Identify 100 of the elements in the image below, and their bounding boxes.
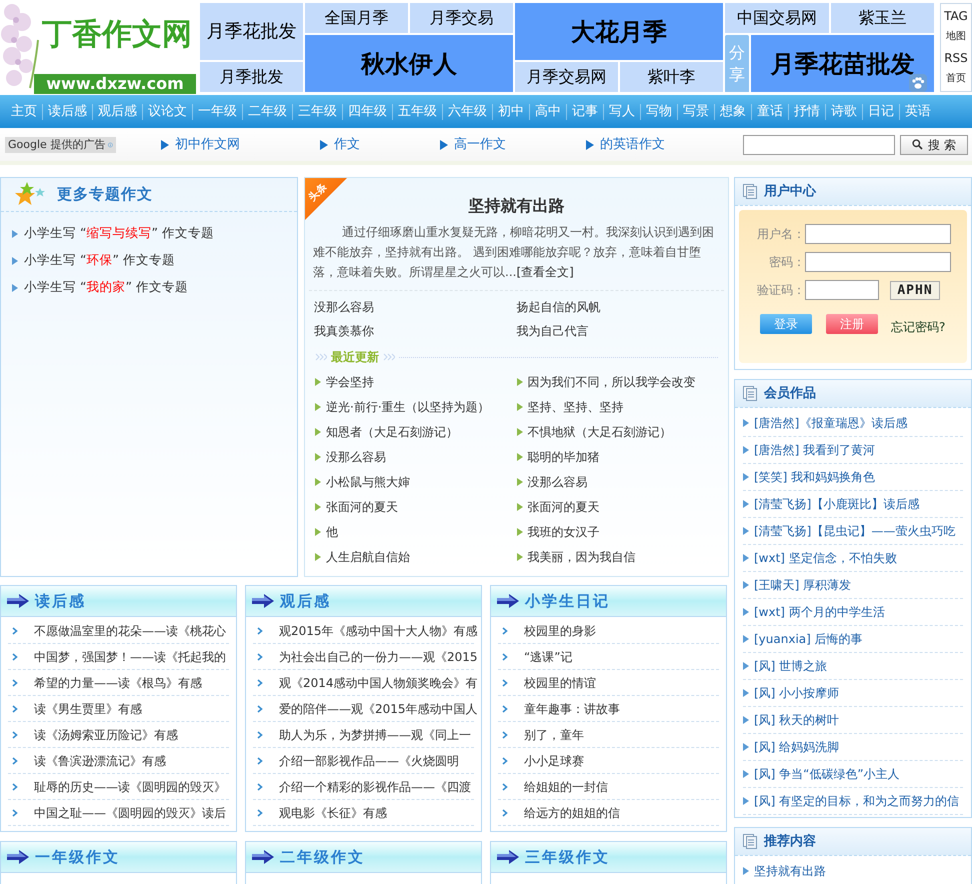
forgot-password-link[interactable]: 忘记密码?	[891, 320, 946, 334]
bullet-icon	[516, 552, 522, 560]
ad-link[interactable]: 中国交易网	[725, 3, 828, 33]
article-link[interactable]: 扬起自信的风帆	[516, 295, 719, 319]
article-link[interactable]: 没那么容易	[326, 448, 386, 466]
article-link[interactable]: 知恩者（大足石刻游记）	[326, 422, 458, 440]
article-link[interactable]: 给远方的姐姐的信	[524, 804, 620, 822]
article-link[interactable]: [yuanxia] 后悔的事	[754, 630, 863, 648]
article-link[interactable]: 中国梦，强国梦！——读《托起我的	[34, 648, 226, 666]
article-link[interactable]: 因为我们不同，所以我学会改变	[528, 372, 696, 390]
article-link[interactable]: 学会坚持	[326, 372, 374, 390]
article-link[interactable]: [唐浩然]《报童瑞恩》读后感	[754, 414, 908, 432]
ad-link[interactable]: 作文	[334, 134, 360, 154]
ad-link[interactable]: 全国月季	[305, 3, 408, 33]
article-link[interactable]: [笑笑] 我和妈妈换角色	[754, 468, 876, 486]
article-link[interactable]: 给姐姐的一封信	[524, 778, 608, 796]
ad-link[interactable]: 月季交易网	[515, 62, 618, 92]
article-link[interactable]: 我班的女汉子	[528, 522, 600, 540]
article-link[interactable]: 张面河的夏天	[326, 498, 398, 516]
article-link[interactable]: [唐浩然] 我看到了黄河	[754, 441, 876, 459]
chevron-icon	[257, 652, 263, 660]
article-link[interactable]: 逆光·前行·重生（以坚持为题）	[326, 398, 490, 416]
article-link[interactable]: 不愿做温室里的花朵——读《桃花心	[34, 622, 226, 640]
article-link[interactable]: [风] 秋天的树叶	[754, 711, 840, 729]
article-link[interactable]: [风] 有坚定的目标，和为之而努力的信	[754, 792, 960, 810]
article-link[interactable]: 坚持就有出路	[754, 862, 826, 880]
article-link[interactable]: 不惧地狱（大足石刻游记）	[528, 422, 672, 440]
ad-link[interactable]: 紫叶李	[620, 62, 723, 92]
topic-link[interactable]: 小学生写 “缩写与续写” 作文专题	[24, 224, 214, 243]
article-link[interactable]: 介绍一部影视作品——《火烧圆明	[279, 752, 459, 770]
article-link[interactable]: [风] 小小按摩师	[754, 684, 840, 702]
article-link[interactable]: 他	[326, 522, 338, 540]
article-link[interactable]: 读《男生贾里》有感	[34, 700, 142, 718]
article-title[interactable]: 坚持就有出路	[468, 196, 564, 216]
article-link[interactable]: 我美丽，因为我自信	[528, 548, 636, 566]
article-link[interactable]: 小小足球赛	[524, 752, 584, 770]
article-link[interactable]: 校园里的身影	[524, 622, 596, 640]
article-link[interactable]: 耻辱的历史——读《圆明园的毁灭》	[34, 778, 226, 796]
username-field[interactable]	[805, 224, 951, 244]
article-link[interactable]: 童年趣事：讲故事	[524, 700, 620, 718]
search-field[interactable]	[743, 134, 895, 154]
ad-link[interactable]: 大花月季	[515, 3, 723, 60]
topic-link[interactable]: 小学生写 “我的家” 作文专题	[24, 278, 188, 297]
article-link[interactable]: 为社会出自己的一份力——观《2015	[279, 648, 478, 666]
article-link[interactable]: 希望的力量——读《根鸟》有感	[34, 674, 202, 692]
article-link[interactable]: [清莹飞扬]【昆虫记】——萤火虫巧吃	[754, 522, 956, 540]
article-link[interactable]: 介绍一个精彩的影视作品——《四渡	[279, 778, 471, 796]
ad-link[interactable]: 秋水伊人	[305, 35, 513, 92]
article-link[interactable]: 没那么容易	[528, 472, 588, 490]
header-link[interactable]: 地图	[946, 30, 966, 44]
header-link[interactable]: TAG	[944, 9, 968, 24]
article-link[interactable]: 我真羡慕你	[314, 319, 516, 343]
article-link[interactable]: 别了，童年	[524, 726, 584, 744]
article-link[interactable]: [风] 世博之旅	[754, 657, 828, 675]
search-button[interactable]: 搜 索	[900, 134, 968, 154]
chevron-icon	[257, 808, 263, 816]
arrow-icon	[497, 850, 519, 864]
ad-link[interactable]: 月季花批发	[200, 3, 303, 60]
article-link[interactable]: [风] 给妈妈洗脚	[754, 738, 840, 756]
article-link[interactable]: 中国之耻——《圆明园的毁灭》读后	[34, 804, 226, 822]
article-link[interactable]: 观2015年《感动中国十大人物》有感	[279, 622, 478, 640]
ad-link[interactable]: 初中作文网	[175, 134, 240, 154]
article-link[interactable]: 聪明的毕加猪	[528, 448, 600, 466]
article-link[interactable]: 观《2014感动中国人物颁奖晚会》有	[279, 674, 478, 692]
topic-link[interactable]: 小学生写 “环保” 作文专题	[24, 251, 175, 270]
ad-link[interactable]: 紫玉兰	[830, 3, 934, 33]
article-link[interactable]: 助人为乐，为梦拼搏——观《同上一	[279, 726, 471, 744]
play-icon	[320, 140, 328, 150]
article-link[interactable]: 没那么容易	[314, 295, 516, 319]
chevron-icon	[12, 808, 18, 816]
article-link[interactable]: 张面河的夏天	[528, 498, 600, 516]
ad-link[interactable]: 月季批发	[200, 62, 303, 92]
play-icon	[586, 140, 594, 150]
chevron-icon	[502, 626, 508, 634]
article-link[interactable]: 坚持、坚持、坚持	[528, 398, 624, 416]
article-link[interactable]: 人生启航自信始	[326, 548, 410, 566]
article-link[interactable]: 校园里的情谊	[524, 674, 596, 692]
article-link[interactable]: [wxt] 坚定信念，不怕失败	[754, 549, 897, 567]
article-link[interactable]: [王啸天] 厚积薄发	[754, 576, 852, 594]
article-link[interactable]: [wxt] 两个月的中学生活	[754, 603, 885, 621]
paw-icon[interactable]	[909, 74, 927, 92]
article-link[interactable]: 读《汤姆索亚历险记》有感	[34, 726, 178, 744]
ad-link[interactable]: 的英语作文	[600, 134, 665, 154]
article-link[interactable]: 爱的陪伴——观《2015年感动中国人	[279, 700, 478, 718]
article-link[interactable]: [清莹飞扬]【小鹿斑比】读后感	[754, 495, 920, 513]
captcha-field[interactable]	[805, 280, 879, 300]
bullet-icon	[743, 770, 749, 778]
password-field[interactable]	[805, 252, 951, 272]
ad-link[interactable]: 月季交易	[410, 3, 513, 33]
read-more-link[interactable]: [查看全文]	[516, 265, 574, 279]
article-link[interactable]: 小松鼠与熊大婶	[326, 472, 410, 490]
article-link[interactable]: “逃课”记	[524, 648, 572, 666]
header-link[interactable]: RSS	[944, 50, 968, 65]
article-link[interactable]: 我为自己代言	[516, 319, 719, 343]
header-link[interactable]: 首页	[946, 72, 966, 86]
article-link[interactable]: [风] 争当“低碳绿色”小主人	[754, 765, 900, 783]
article-link[interactable]: 观电影《长征》有感	[279, 804, 387, 822]
ad-link[interactable]: 高一作文	[454, 134, 506, 154]
ad-link[interactable]: 月季花苗批发	[751, 35, 934, 92]
article-link[interactable]: 读《鲁滨逊漂流记》有感	[34, 752, 166, 770]
